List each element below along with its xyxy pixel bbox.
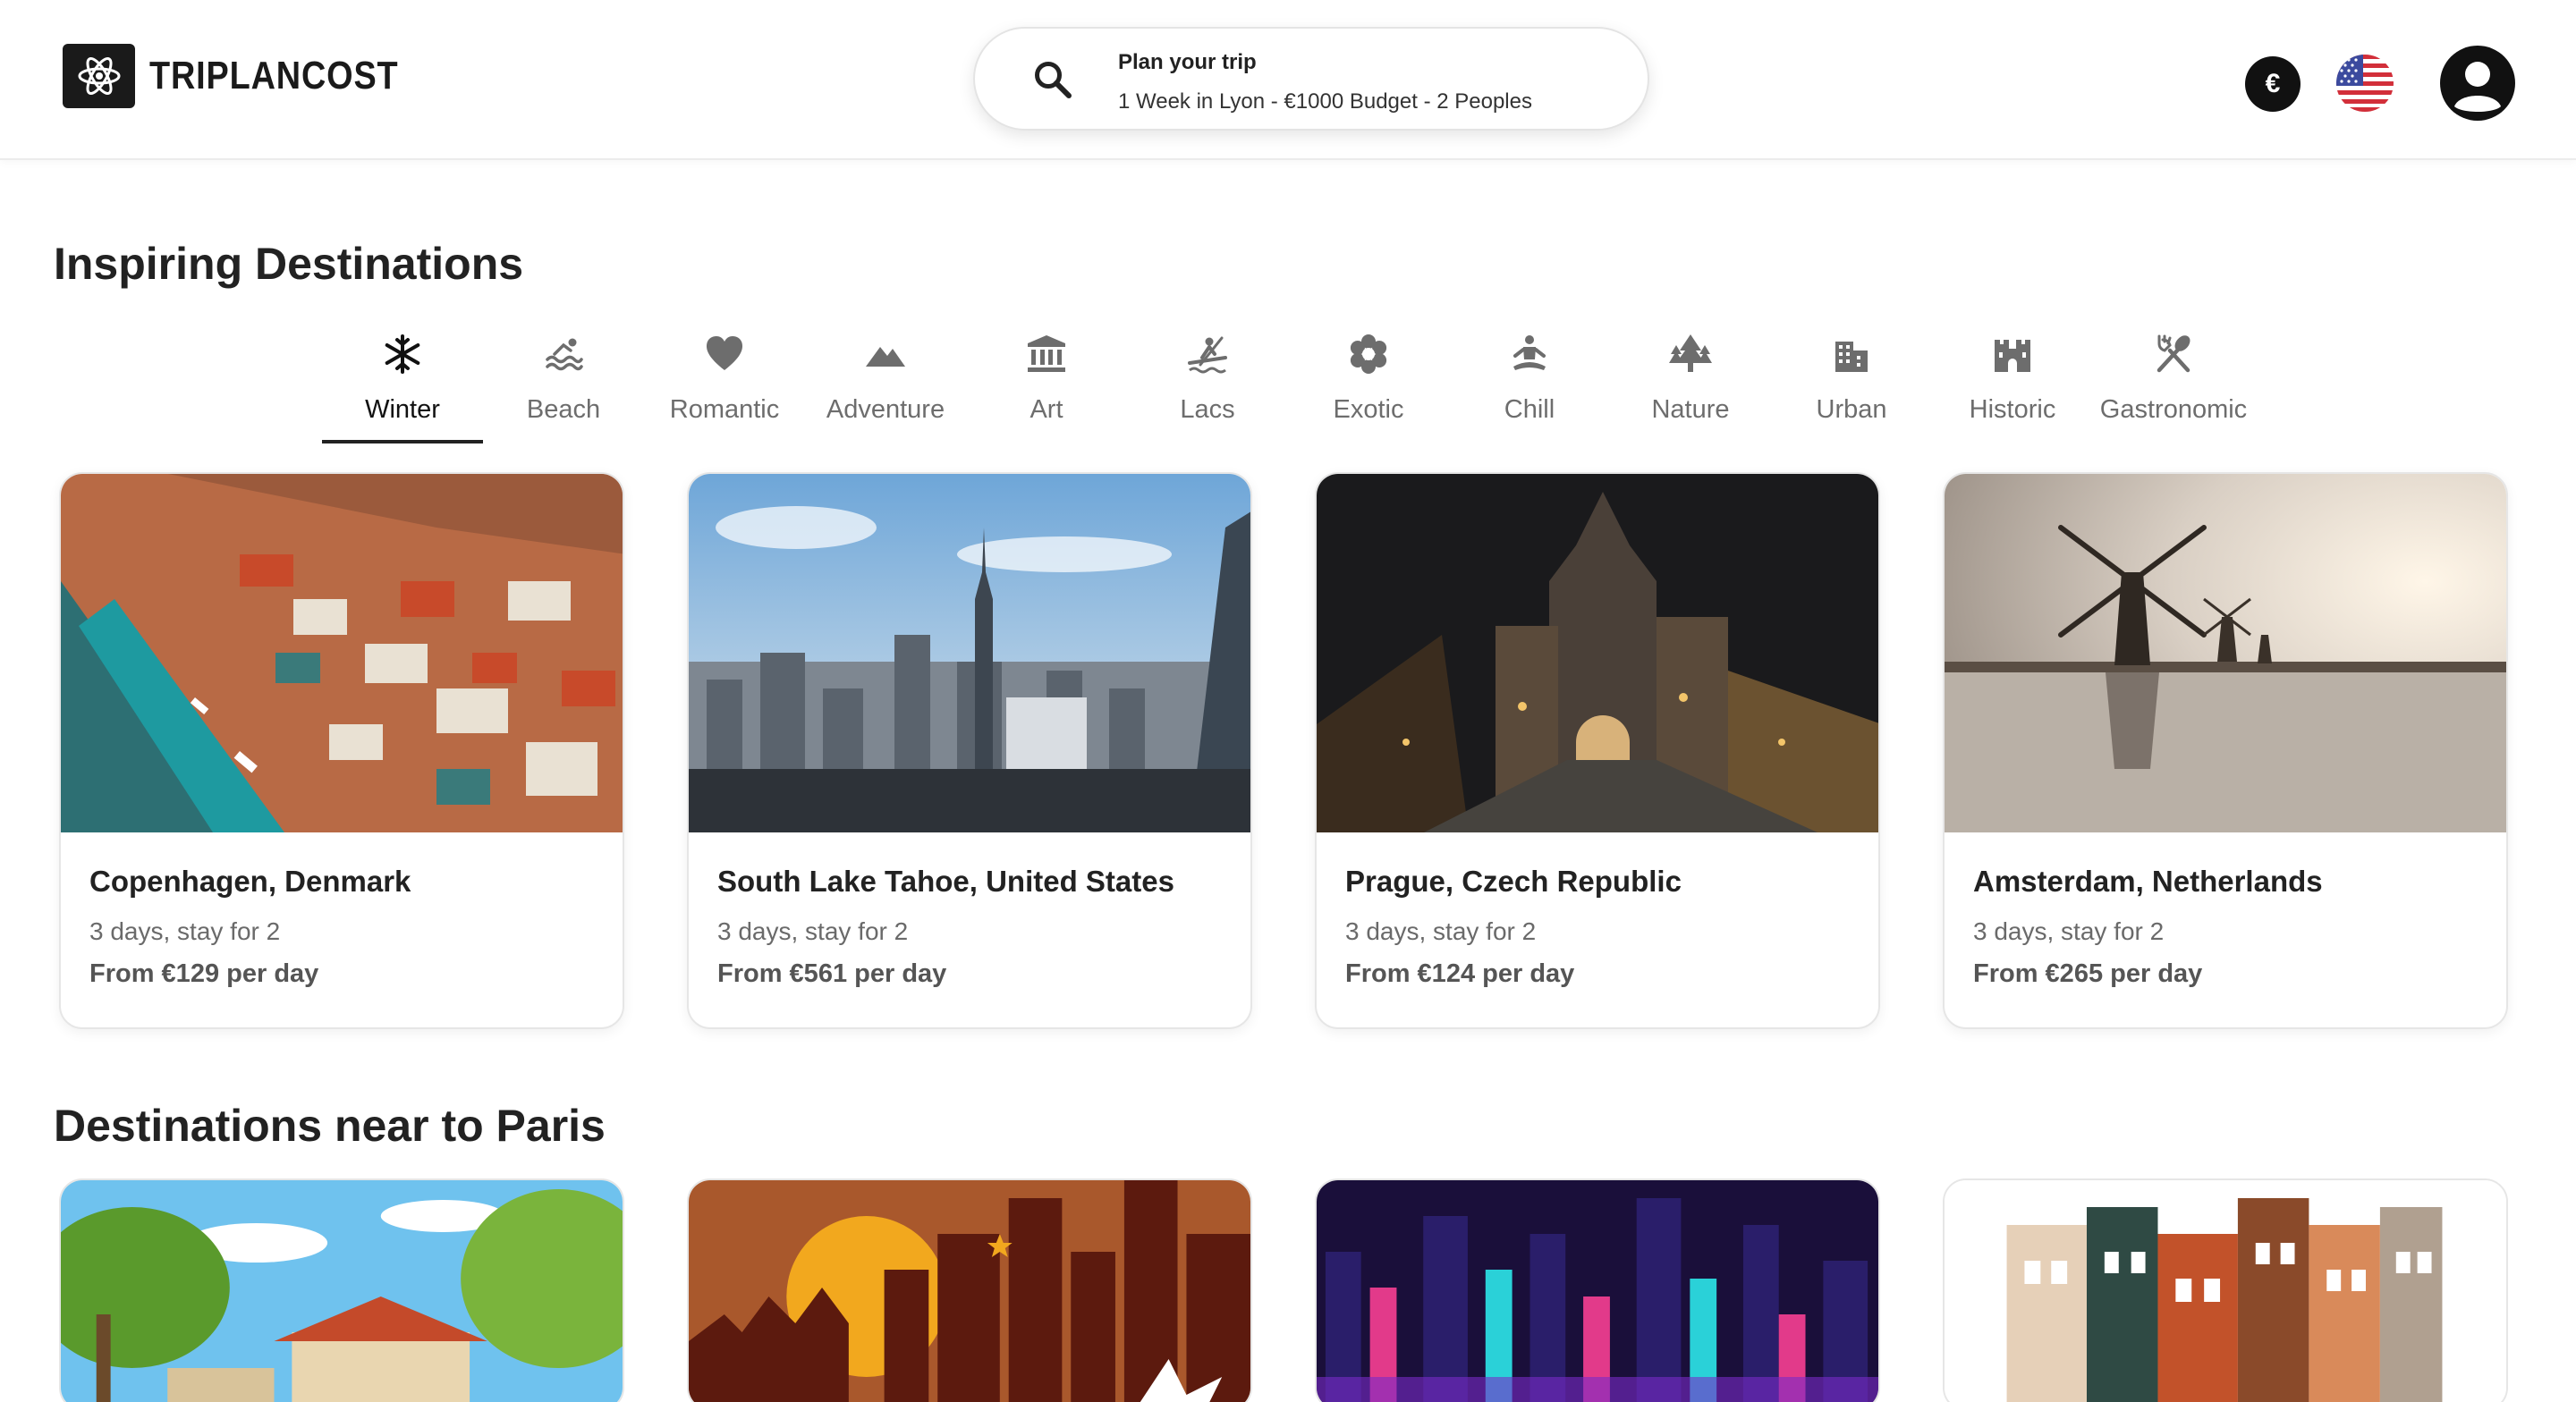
- brand-name: TRIPLANCOST: [149, 54, 399, 97]
- plan-trip-search[interactable]: Plan your trip 1 Week in Lyon - €1000 Bu…: [973, 27, 1649, 131]
- card-title: Copenhagen, Denmark: [89, 865, 411, 898]
- tab-romantic[interactable]: Romantic: [644, 324, 805, 443]
- near-destination-card[interactable]: [687, 1178, 1252, 1402]
- tab-winter[interactable]: Winter: [322, 324, 483, 443]
- tab-gastronomic[interactable]: Gastronomic: [2093, 324, 2254, 443]
- sunset-city-illustration: [689, 1180, 1250, 1402]
- card-price: From €561 per day: [717, 959, 947, 988]
- destination-card-copenhagen[interactable]: Copenhagen, Denmark 3 days, stay for 2 F…: [59, 472, 624, 1029]
- near-destination-card[interactable]: [59, 1178, 624, 1402]
- top-header: TRIPLANCOST Plan your trip 1 Week in Lyo…: [0, 0, 2576, 160]
- brand-logo[interactable]: TRIPLANCOST: [63, 44, 439, 108]
- tab-label: Nature: [1651, 395, 1730, 424]
- card-price: From €129 per day: [89, 959, 319, 988]
- card-stay: 3 days, stay for 2: [717, 917, 909, 945]
- atom-logo-icon: [63, 44, 135, 108]
- prague-bridge-photo: [1317, 474, 1878, 832]
- tab-label: Romantic: [669, 395, 780, 424]
- tab-adventure[interactable]: Adventure: [805, 324, 966, 443]
- tab-label: Chill: [1504, 395, 1555, 424]
- card-title: South Lake Tahoe, United States: [717, 865, 1174, 898]
- tab-historic[interactable]: Historic: [1932, 324, 2093, 443]
- destination-card-amsterdam[interactable]: Amsterdam, Netherlands 3 days, stay for …: [1943, 472, 2508, 1029]
- near-destination-card[interactable]: [1315, 1178, 1880, 1402]
- search-summary: 1 Week in Lyon - €1000 Budget - 2 People…: [1118, 89, 1532, 114]
- tab-label: Art: [1030, 395, 1063, 424]
- flower-icon: [1350, 334, 1387, 374]
- destination-card-prague[interactable]: Prague, Czech Republic 3 days, stay for …: [1315, 472, 1880, 1029]
- tab-label: Exotic: [1333, 395, 1404, 424]
- card-price: From €265 per day: [1973, 959, 2203, 988]
- currency-selector[interactable]: €: [2245, 56, 2301, 112]
- meditation-icon: [1513, 335, 1546, 370]
- new-york-skyline-photo: [689, 474, 1250, 832]
- tab-label: Adventure: [826, 395, 945, 424]
- amsterdam-windmill-photo: [1945, 474, 2506, 832]
- tab-label: Historic: [1969, 395, 2056, 424]
- village-illustration: [61, 1180, 623, 1402]
- tab-urban[interactable]: Urban: [1771, 324, 1932, 443]
- building-icon: [1835, 342, 1868, 372]
- near-destination-card[interactable]: [1943, 1178, 2508, 1402]
- tab-nature[interactable]: Nature: [1610, 324, 1771, 443]
- search-title: Plan your trip: [1118, 50, 1257, 74]
- tab-lacs[interactable]: Lacs: [1127, 324, 1288, 443]
- tab-beach[interactable]: Beach: [483, 324, 644, 443]
- tab-exotic[interactable]: Exotic: [1288, 324, 1449, 443]
- section-title-inspiring: Inspiring Destinations: [54, 239, 524, 289]
- canal-houses-illustration: [1945, 1180, 2506, 1402]
- tab-art[interactable]: Art: [966, 324, 1127, 443]
- tab-chill[interactable]: Chill: [1449, 324, 1610, 443]
- swimming-icon: [546, 338, 583, 371]
- tab-label: Urban: [1816, 395, 1887, 424]
- tab-label: Gastronomic: [2099, 395, 2248, 424]
- tab-label: Winter: [365, 395, 440, 424]
- utensils-icon: [2157, 334, 2190, 373]
- tab-label: Lacs: [1180, 395, 1235, 424]
- copenhagen-photo: [61, 474, 623, 832]
- search-icon: [1035, 62, 1072, 98]
- section-title-near-paris: Destinations near to Paris: [54, 1101, 606, 1151]
- card-stay: 3 days, stay for 2: [1973, 917, 2165, 945]
- trees-icon: [1669, 334, 1712, 372]
- user-avatar-icon[interactable]: [2440, 46, 2515, 121]
- neon-city-illustration: [1317, 1180, 1878, 1402]
- kayak-icon: [1188, 336, 1227, 374]
- museum-icon: [1028, 335, 1065, 372]
- destination-card-south-lake-tahoe[interactable]: South Lake Tahoe, United States 3 days, …: [687, 472, 1252, 1029]
- card-title: Prague, Czech Republic: [1345, 865, 1682, 898]
- castle-icon: [1995, 340, 2030, 372]
- category-tabs: Winter Beach Romantic Adventure Art Lacs…: [322, 324, 2254, 443]
- card-title: Amsterdam, Netherlands: [1973, 865, 2323, 898]
- card-price: From €124 per day: [1345, 959, 1575, 988]
- heart-icon: [707, 336, 742, 370]
- us-flag-icon[interactable]: [2336, 55, 2394, 112]
- card-stay: 3 days, stay for 2: [1345, 917, 1537, 945]
- snowflake-icon: [385, 334, 420, 374]
- card-stay: 3 days, stay for 2: [89, 917, 281, 945]
- mountain-icon: [866, 347, 905, 367]
- tab-label: Beach: [526, 395, 601, 424]
